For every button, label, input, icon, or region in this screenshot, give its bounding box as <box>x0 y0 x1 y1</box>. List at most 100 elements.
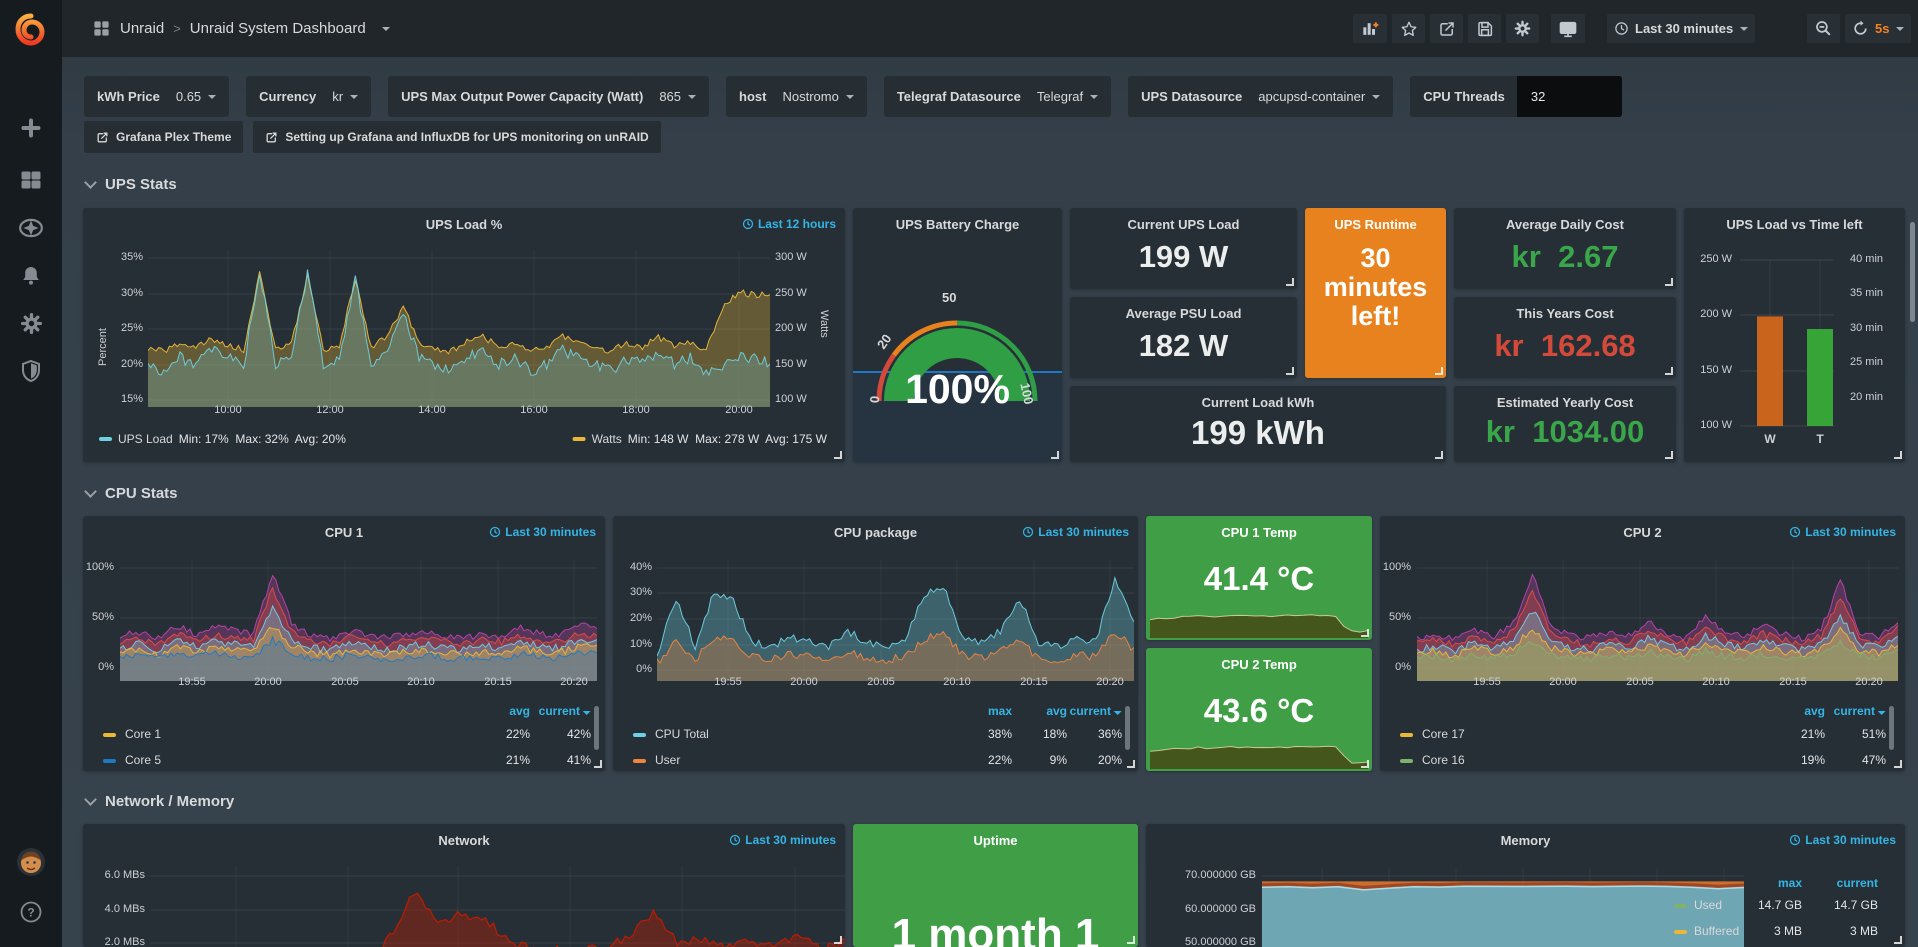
sidebar-item-server-admin[interactable] <box>0 351 62 391</box>
legend-header[interactable]: current <box>539 704 591 718</box>
variable-value: Telegraf <box>1037 89 1083 104</box>
legend-scrollbar[interactable] <box>1125 706 1130 750</box>
dashboard-link[interactable]: Grafana Plex Theme <box>84 121 243 153</box>
sidebar-item-configuration[interactable] <box>0 303 62 343</box>
sidebar-item-alerting[interactable] <box>0 256 62 296</box>
clock-icon <box>742 218 754 230</box>
shield-icon <box>19 359 43 383</box>
legend-item[interactable]: Core 5 <box>125 753 161 767</box>
panel-time-range[interactable]: Last 30 minutes <box>729 833 836 847</box>
variable-kwh-price[interactable]: kWh Price0.65 <box>84 76 229 117</box>
add-panel-button[interactable] <box>1353 14 1387 43</box>
sidebar-item-help[interactable]: ? <box>0 892 62 932</box>
panel-title[interactable]: CPU 2 Temp <box>1146 657 1372 672</box>
legend-item[interactable]: CPU Total <box>655 727 709 741</box>
legend-scrollbar[interactable] <box>594 706 599 750</box>
legend-header[interactable]: avg <box>509 704 530 718</box>
time-range-label: Last 30 minutes <box>1635 21 1733 36</box>
grafana-logo[interactable] <box>0 8 62 52</box>
legend-swatch <box>633 759 646 763</box>
variable-label: Telegraf Datasource <box>897 89 1021 104</box>
axis-tick: 30% <box>121 287 143 299</box>
avatar-icon <box>16 847 46 877</box>
avatar[interactable] <box>0 842 62 882</box>
cycle-view-button[interactable] <box>1551 14 1585 43</box>
legend-item[interactable]: Used <box>1694 898 1722 912</box>
variable-label: host <box>739 89 766 104</box>
panel-title[interactable]: Current UPS Load <box>1070 217 1297 232</box>
panel-time-range[interactable]: Last 30 minutes <box>1789 833 1896 847</box>
panel-title[interactable]: Average Daily Cost <box>1454 217 1676 232</box>
legend-header[interactable]: avg <box>1804 704 1825 718</box>
sidebar-item-explore[interactable] <box>0 208 62 248</box>
dashboard-icon <box>92 19 111 38</box>
legend-header[interactable]: current <box>1837 876 1878 890</box>
section-cpu-stats[interactable]: CPU Stats <box>84 485 178 502</box>
dashboard-settings-button[interactable] <box>1506 14 1539 43</box>
legend-value: 21% <box>506 753 530 767</box>
legend-item[interactable]: Core 16 <box>1422 753 1465 767</box>
legend-header[interactable]: max <box>1778 876 1802 890</box>
legend-stats: Min: 148 W Max: 278 W Avg: 175 W <box>628 432 827 446</box>
breadcrumb-root[interactable]: Unraid <box>120 20 164 37</box>
panel-title[interactable]: Current Load kWh <box>1070 395 1446 410</box>
zoom-out-button[interactable] <box>1807 14 1840 43</box>
variable-host[interactable]: hostNostromo <box>726 76 867 117</box>
refresh-picker[interactable]: 5s <box>1845 14 1911 43</box>
legend-item[interactable]: Core 17 <box>1422 727 1465 741</box>
axis-tick: 18:00 <box>622 404 650 416</box>
panel-time-range[interactable]: Last 12 hours <box>742 217 836 231</box>
legend-item[interactable]: Watts <box>592 432 622 446</box>
legend-header[interactable]: max <box>988 704 1012 718</box>
share-button[interactable] <box>1430 14 1463 43</box>
sidebar-item-dashboards[interactable] <box>0 160 62 200</box>
legend-item[interactable]: User <box>655 753 680 767</box>
dashboard-links-row: Grafana Plex Theme Setting up Grafana and… <box>84 121 661 153</box>
save-button[interactable] <box>1468 14 1501 43</box>
panel-title[interactable]: CPU 1 Temp <box>1146 525 1372 540</box>
variable-telegraf-datasource[interactable]: Telegraf Datasource Telegraf <box>884 76 1111 117</box>
legend-header[interactable]: current <box>1070 704 1122 718</box>
panel-title[interactable]: UPS Runtime <box>1305 217 1446 232</box>
refresh-interval-label: 5s <box>1875 21 1889 36</box>
legend-value: 19% <box>1801 753 1825 767</box>
panel-title[interactable]: Estimated Yearly Cost <box>1454 395 1676 410</box>
legend-item[interactable]: Core 1 <box>125 727 161 741</box>
legend-header[interactable]: avg <box>1046 704 1067 718</box>
dashboard-link[interactable]: Setting up Grafana and InfluxDB for UPS … <box>253 121 660 153</box>
panel-title[interactable]: UPS Load % <box>83 217 845 232</box>
star-button[interactable] <box>1392 14 1425 43</box>
chevron-down-icon <box>1372 95 1380 99</box>
panel-time-range[interactable]: Last 30 minutes <box>1022 525 1129 539</box>
panel-title[interactable]: Average PSU Load <box>1070 306 1297 321</box>
panel-title[interactable]: Uptime <box>853 833 1138 848</box>
section-network-memory[interactable]: Network / Memory <box>84 793 234 810</box>
variable-input[interactable] <box>1517 76 1622 117</box>
section-ups-stats[interactable]: UPS Stats <box>84 176 177 193</box>
panel-title[interactable]: UPS Battery Charge <box>853 217 1062 232</box>
legend-header[interactable]: current <box>1834 704 1886 718</box>
variable-value: 865 <box>659 89 681 104</box>
time-range-picker[interactable]: Last 30 minutes <box>1607 14 1755 43</box>
gear-icon <box>19 311 44 336</box>
chevron-down-icon[interactable] <box>382 27 390 31</box>
legend-value: 20% <box>1098 753 1122 767</box>
variable-ups-max-output-power-capacity-watt-[interactable]: UPS Max Output Power Capacity (Watt)865 <box>388 76 709 117</box>
legend-item[interactable]: UPS Load <box>118 432 173 446</box>
panel-time-range[interactable]: Last 30 minutes <box>1789 525 1896 539</box>
variable-value: kr <box>332 89 343 104</box>
dashboards-grid-icon <box>19 168 43 192</box>
variable-cpu-threads[interactable]: CPU Threads <box>1410 76 1622 117</box>
legend-item[interactable]: Buffered <box>1694 924 1739 938</box>
panel-time-range[interactable]: Last 30 minutes <box>489 525 596 539</box>
axis-tick: 2.0 MBs <box>105 936 145 947</box>
panel-title[interactable]: UPS Load vs Time left <box>1684 217 1905 232</box>
legend-scrollbar[interactable] <box>1889 706 1894 750</box>
page-scrollbar[interactable] <box>1910 222 1915 322</box>
breadcrumb-current[interactable]: Unraid System Dashboard <box>190 20 366 37</box>
variable-currency[interactable]: Currencykr <box>246 76 371 117</box>
sidebar-item-create[interactable] <box>0 108 62 148</box>
variable-ups-datasource[interactable]: UPS Datasourceapcupsd-container <box>1128 76 1393 117</box>
panel-title[interactable]: This Years Cost <box>1454 306 1676 321</box>
variable-value: 0.65 <box>176 89 201 104</box>
